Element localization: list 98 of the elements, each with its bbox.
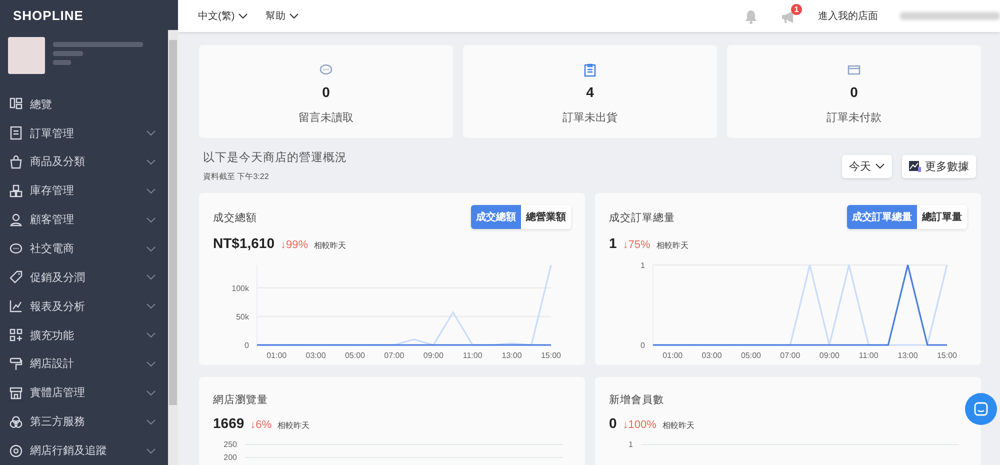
sidebar-item[interactable]: 商品及分類 xyxy=(0,148,168,176)
x-axis-label: 05:00 xyxy=(344,351,366,360)
y-axis-label: 0 xyxy=(640,341,645,350)
chat-launcher-button[interactable] xyxy=(965,393,997,425)
stat-value: 4 xyxy=(586,84,594,100)
y-axis-label: 200 xyxy=(222,453,237,462)
metric-toggle[interactable]: 總營業額 xyxy=(521,205,571,229)
y-axis-label: 50k xyxy=(236,312,249,322)
x-axis-label: 15:00 xyxy=(936,351,958,360)
sidebar-item[interactable]: 庫存管理 xyxy=(0,176,168,206)
more-data-button[interactable]: 更多數據 xyxy=(902,154,976,178)
stat-label: 訂單未出貨 xyxy=(562,111,618,125)
paint-roller-icon xyxy=(9,356,23,371)
chart-title: 新增會員數 xyxy=(609,393,665,407)
dropdown-menu[interactable]: 幫助 xyxy=(266,9,299,23)
stat-value: 0 xyxy=(322,84,330,100)
bag-icon xyxy=(9,154,23,169)
target-icon xyxy=(9,444,23,458)
updated-time: 資料截至 下午3:22 xyxy=(203,171,270,182)
metric-toggle[interactable]: 成交訂單總量 xyxy=(847,205,917,229)
compare-label: 相較昨天 xyxy=(656,240,688,251)
sidebar-item[interactable]: 訂單管理 xyxy=(0,118,168,148)
tag-icon xyxy=(9,270,23,284)
chart-title: 成交訂單總量 xyxy=(609,211,675,225)
brand-logo[interactable]: SHOPLINE xyxy=(0,0,168,29)
change-percent: ↓75% xyxy=(622,239,650,251)
metric-value: 1669 xyxy=(213,415,244,431)
apps-icon xyxy=(9,328,23,342)
x-axis-label: 03:00 xyxy=(702,351,722,360)
compare-label: 相較昨天 xyxy=(314,240,346,251)
chat-bubble-icon xyxy=(9,242,23,256)
dropdown-menu[interactable]: 中文(繁) xyxy=(198,9,248,23)
overview-title: 以下是今天商店的營運概況 xyxy=(203,150,347,165)
period-dropdown[interactable]: 今天 xyxy=(842,154,892,178)
chevron-down-icon xyxy=(288,13,299,19)
card-icon xyxy=(847,63,861,77)
y-axis-label: 100k xyxy=(232,284,249,293)
bell-icon[interactable] xyxy=(744,8,758,24)
chart-title: 成交總額 xyxy=(213,211,257,225)
y-axis-label: 1 xyxy=(640,261,645,270)
clipboard-icon xyxy=(583,63,597,77)
chat-bubble-icon xyxy=(319,63,333,77)
person-icon xyxy=(9,212,23,227)
chat-icon xyxy=(974,402,988,416)
x-axis-label: 03:00 xyxy=(306,351,326,360)
sidebar-item[interactable]: 報表及分析 xyxy=(0,292,168,321)
x-axis-label: 05:00 xyxy=(740,351,762,360)
store-icon xyxy=(9,386,23,400)
grid-icon xyxy=(9,97,23,112)
metric-toggle[interactable]: 成交總額 xyxy=(471,205,521,229)
y-axis-label: 1 xyxy=(628,440,633,449)
x-axis-label: 07:00 xyxy=(384,351,404,360)
change-percent: ↓99% xyxy=(280,239,308,251)
blurred-account-email[interactable] xyxy=(900,12,1000,20)
sidebar-item[interactable]: 網店行銷及追蹤 xyxy=(0,436,168,465)
x-axis-label: 09:00 xyxy=(423,351,444,360)
sidebar-item[interactable]: 社交電商 xyxy=(0,234,168,263)
document-icon xyxy=(9,126,23,140)
metric-value: 1 xyxy=(609,235,617,251)
y-axis-label: 0 xyxy=(244,341,249,350)
sidebar-item[interactable]: 擴充功能 xyxy=(0,320,168,350)
x-axis-label: 07:00 xyxy=(780,351,800,360)
metric-value: 0 xyxy=(609,415,617,431)
x-axis-label: 13:00 xyxy=(898,351,918,360)
chart-title: 網店瀏覽量 xyxy=(213,393,269,407)
sidebar-item[interactable]: 實體店管理 xyxy=(0,378,168,408)
compare-label: 相較昨天 xyxy=(278,420,310,431)
x-axis-label: 09:00 xyxy=(819,351,840,360)
x-axis-label: 15:00 xyxy=(540,351,562,360)
notification-badge: 1 xyxy=(791,4,802,14)
store-avatar-placeholder xyxy=(8,36,45,74)
y-axis-label: 250 xyxy=(222,440,237,449)
sidebar-item[interactable]: 網店設計 xyxy=(0,350,168,378)
storefront-link[interactable]: 進入我的店面 xyxy=(818,9,878,23)
compare-label: 相較昨天 xyxy=(662,420,694,431)
stat-label: 留言未讀取 xyxy=(298,110,354,125)
sidebar-item[interactable]: 顧客管理 xyxy=(0,205,168,234)
x-axis-label: 11:00 xyxy=(462,351,482,360)
x-axis-label: 01:00 xyxy=(662,351,683,360)
chevron-down-icon xyxy=(875,163,885,169)
change-percent: ↓6% xyxy=(250,419,272,431)
boxes-icon xyxy=(9,184,23,198)
sidebar-item[interactable]: 促銷及分潤 xyxy=(0,262,168,292)
circles-icon xyxy=(9,414,23,429)
sidebar-item[interactable]: 總覽 xyxy=(0,90,168,119)
stat-label: 訂單未付款 xyxy=(826,111,882,125)
x-axis-label: 11:00 xyxy=(858,351,878,360)
chart-icon xyxy=(909,160,921,172)
scrollbar[interactable] xyxy=(168,30,178,465)
chevron-down-icon xyxy=(238,13,248,19)
metric-toggle[interactable]: 總訂單量 xyxy=(917,205,967,229)
stat-value: 0 xyxy=(850,84,858,100)
sidebar-item[interactable]: 第三方服務 xyxy=(0,407,168,436)
x-axis-label: 01:00 xyxy=(266,351,287,360)
chart-icon xyxy=(9,299,23,314)
change-percent: ↓100% xyxy=(622,419,656,431)
x-axis-label: 13:00 xyxy=(502,351,522,360)
metric-value: NT$1,610 xyxy=(213,235,274,251)
